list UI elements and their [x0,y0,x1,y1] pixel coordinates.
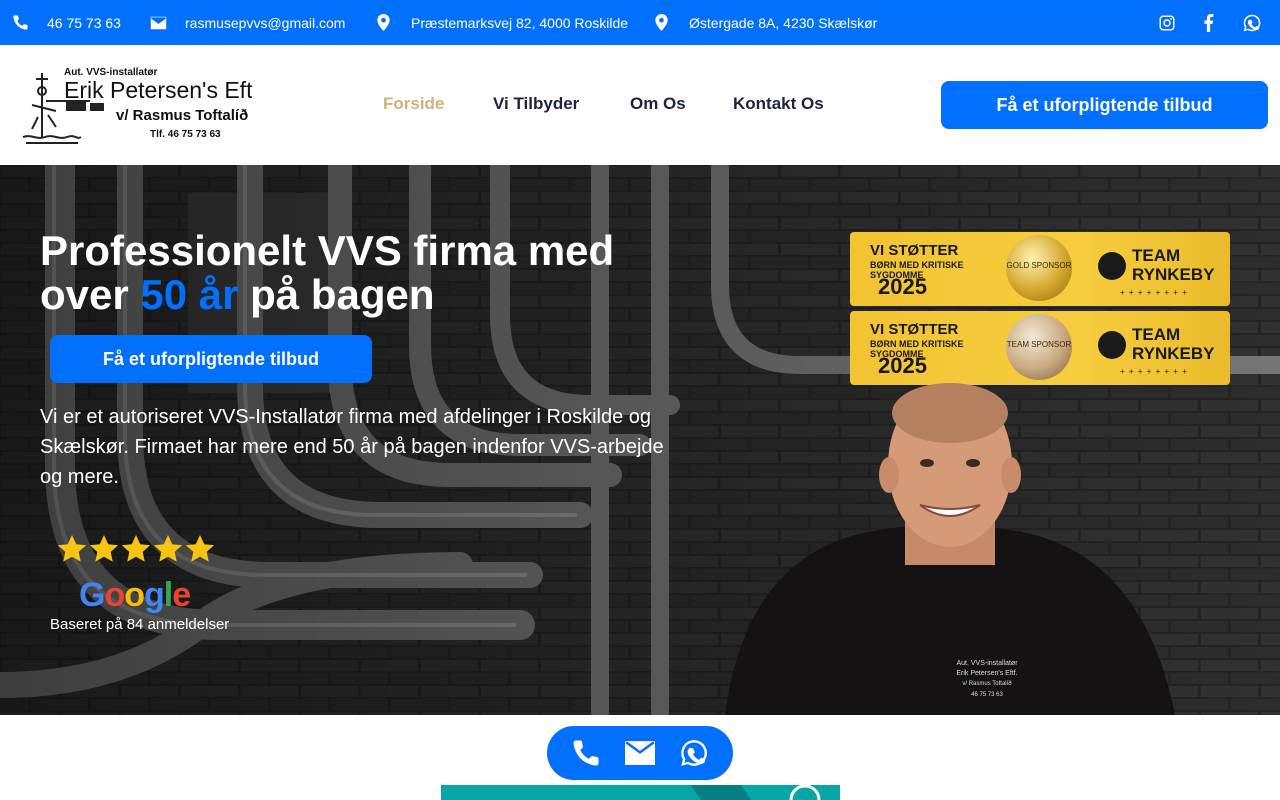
shirt-logo-text: Aut. VVS-installatør [956,660,1018,667]
team-medal: TEAM SPONSOR [1006,314,1072,380]
topbar-phone-text: 46 75 73 63 [47,14,121,31]
map-marker-icon [655,14,668,31]
facebook-icon [1204,13,1214,32]
nav-item-kontakt-os[interactable]: Kontakt Os [733,94,824,114]
rating-stars [56,533,216,565]
hero-description: Vi er et autoriseret VVS-Installatør fir… [40,406,664,488]
logo-line3: v/ Rasmus Toftalíð [116,107,248,124]
gold-medal: GOLD SPONSOR [1006,235,1072,301]
topbar-phone[interactable]: 46 75 73 63 [12,0,121,45]
logo-line4: Tlf. 46 75 73 63 [150,129,221,140]
topbar-address-skaelskor[interactable]: Østergade 8A, 4230 Skælskør [655,0,877,45]
star-icon [57,535,87,562]
reviews-count: Baseret på 84 anmeldelser [50,616,230,633]
floating-contact-bar [547,726,733,780]
envelope-icon [150,16,167,29]
top-bar: 46 75 73 63 rasmusepvvs@gmail.com Præste… [0,0,1280,45]
topbar-address-roskilde[interactable]: Præstemarksvej 82, 4000 Roskilde [377,0,628,45]
star-icon [185,535,215,562]
bike-icon [1098,331,1126,359]
team-rynkeby-team-badge: VI STØTTER BØRN MED KRITISKE SYGDOMME 20… [850,311,1230,385]
whatsapp-icon[interactable] [680,739,708,767]
header-quote-button[interactable]: Få et uforpligtende tilbud [941,81,1268,129]
next-section-banner [441,785,840,800]
star-icon [89,535,119,562]
owner-portrait-image: Aut. VVS-installatør Erik Petersen's Eft… [725,383,1175,715]
site-header: Aut. VVS-installatør Erik Petersen's Eft… [0,45,1280,165]
hero-section: VI STØTTER BØRN MED KRITISKE SYGDOMME 20… [0,165,1280,715]
logo-line2: Erik Petersen's Eftf. [64,77,252,103]
shirt-logo-text: Erik Petersen's Eftf. [956,670,1017,677]
nav-item-om-os[interactable]: Om Os [630,94,686,114]
star-icon [153,535,183,562]
instagram-link[interactable] [1158,0,1176,45]
badge-team: TEAM RYNKEBY [1132,246,1215,284]
nav-item-vi-tilbyder[interactable]: Vi Tilbyder [493,94,579,114]
map-marker-icon [377,14,390,31]
flags-icon: + + + + + + + + [1120,288,1188,297]
medal-label: TEAM SPONSOR [1006,340,1072,349]
instagram-icon [1159,15,1175,30]
badge-line1: VI STØTTER [870,242,959,259]
badge-line1: VI STØTTER [870,321,959,338]
hero-quote-button[interactable]: Få et uforpligtende tilbud [50,335,372,383]
nav-item-forside[interactable]: Forside [383,94,444,114]
whatsapp-icon [1243,14,1261,31]
facebook-link[interactable] [1203,0,1214,45]
shirt-logo-text: 46 75 73 63 [971,692,1003,698]
hero-title-part2: på bagen [238,271,435,318]
badge-team: TEAM RYNKEBY [1132,325,1215,363]
topbar-email-text: rasmusepvvs@gmail.com [185,14,346,31]
whatsapp-link[interactable] [1243,0,1261,45]
topbar-address2-text: Østergade 8A, 4230 Skælskør [689,14,878,31]
medal-label: GOLD SPONSOR [1006,261,1072,270]
google-logo: Google [79,576,191,614]
shirt-logo-text: v/ Rasmus Toftalíð [962,680,1012,687]
topbar-email[interactable]: rasmusepvvs@gmail.com [150,0,345,45]
bike-icon [1098,252,1126,280]
phone-icon[interactable] [571,738,601,768]
envelope-icon[interactable] [625,741,655,765]
company-logo[interactable]: Aut. VVS-installatør Erik Petersen's Eft… [20,65,265,147]
star-icon [121,535,151,562]
hero-title: Professionelt VVS firma med over 50 år p… [40,229,680,317]
badge-year: 2025 [878,274,927,299]
phone-icon [13,15,28,30]
hero-title-accent: 50 år [140,271,239,318]
team-rynkeby-gold-badge: VI STØTTER BØRN MED KRITISKE SYGDOMME 20… [850,232,1230,306]
topbar-address1-text: Præstemarksvej 82, 4000 Roskilde [411,14,629,31]
